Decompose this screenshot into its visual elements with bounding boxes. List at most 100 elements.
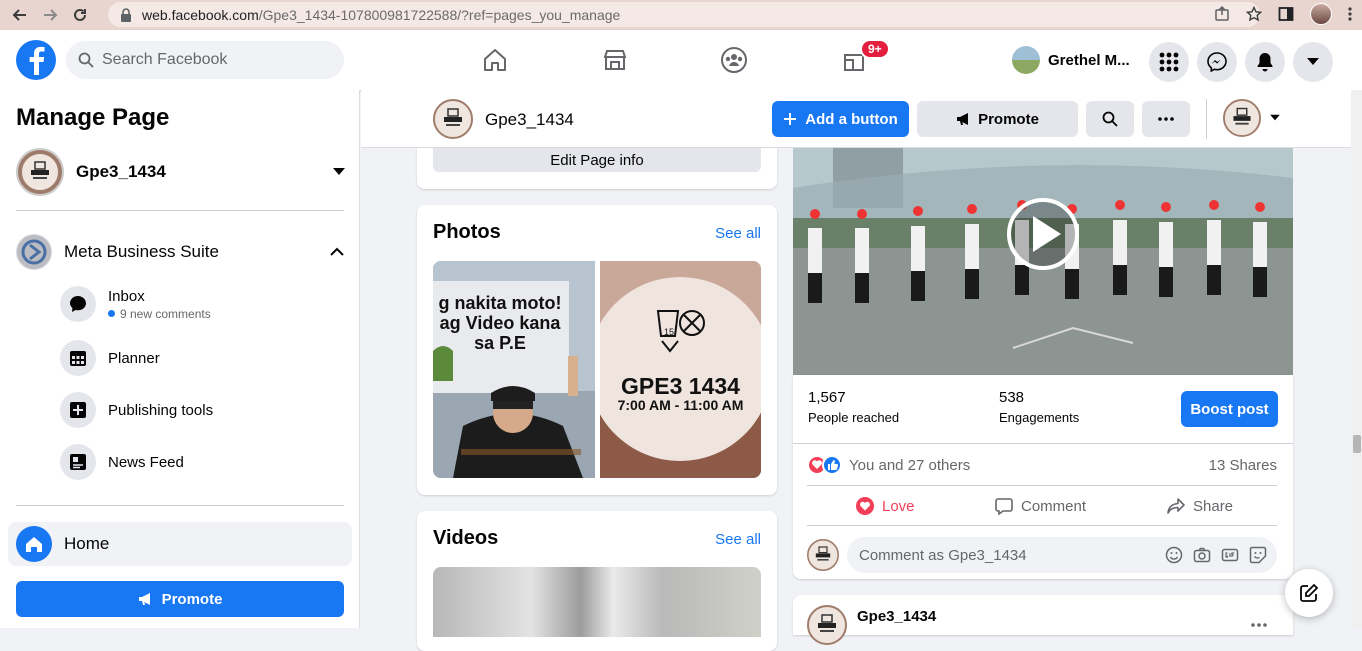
chevron-up-icon[interactable] xyxy=(330,247,344,257)
engagements-value: 538 xyxy=(999,389,1025,406)
photo-thumbnail[interactable]: 15 GPE3 1434 7:00 AM - 11:00 AM xyxy=(600,261,761,478)
compose-icon xyxy=(1300,583,1319,602)
sidebar-item-planner[interactable]: Planner xyxy=(60,340,160,376)
page-name: Gpe3_1434 xyxy=(485,110,574,129)
divider xyxy=(16,505,344,506)
sidebar-item-news-feed[interactable]: News Feed xyxy=(60,444,184,480)
sidebar-item-inbox[interactable]: Inbox 9 new comments xyxy=(60,286,211,322)
account-menu-button[interactable] xyxy=(1293,42,1333,82)
gif-icon[interactable] xyxy=(1221,546,1239,564)
more-icon xyxy=(1158,117,1174,121)
emoji-icon[interactable] xyxy=(1165,546,1183,564)
videos-see-all-link[interactable]: See all xyxy=(715,531,761,548)
page-name: Gpe3_1434 xyxy=(76,162,166,181)
sidebar-item-home[interactable]: Home xyxy=(8,522,352,566)
search-input[interactable] xyxy=(102,51,322,69)
sidebar-toggle-icon[interactable] xyxy=(1278,6,1294,22)
groups-nav-icon[interactable] xyxy=(718,44,750,76)
add-a-button[interactable]: Add a button xyxy=(772,101,909,137)
video-thumbnail[interactable] xyxy=(433,567,761,637)
photos-see-all-link[interactable]: See all xyxy=(715,225,761,242)
photo-caption-text: g nakita moto! ag Video kana sa P.E xyxy=(438,293,562,353)
reload-icon[interactable] xyxy=(68,3,92,27)
facebook-logo-icon[interactable] xyxy=(16,40,56,80)
love-button[interactable]: Love xyxy=(856,497,915,515)
boost-post-button[interactable]: Boost post xyxy=(1181,391,1278,427)
news-feed-icon xyxy=(60,444,96,480)
browser-menu-icon[interactable] xyxy=(1348,6,1352,22)
new-message-button[interactable] xyxy=(1285,569,1333,617)
facebook-header: 9+ Grethel M... xyxy=(0,30,1362,90)
browser-profile-avatar[interactable] xyxy=(1310,3,1332,25)
page-avatar[interactable] xyxy=(807,605,847,645)
divider xyxy=(793,443,1293,444)
videos-card: Videos See all xyxy=(417,511,777,651)
sidebar-item-publishing-tools[interactable]: Publishing tools xyxy=(60,392,213,428)
bookmark-star-icon[interactable] xyxy=(1246,6,1262,22)
comment-box[interactable] xyxy=(847,537,1277,573)
megaphone-icon xyxy=(138,593,150,605)
comment-button[interactable]: Comment xyxy=(995,497,1086,515)
search-bar[interactable] xyxy=(66,41,344,79)
heart-icon xyxy=(856,497,874,515)
share-icon xyxy=(1167,498,1185,514)
notifications-button[interactable] xyxy=(1245,42,1285,82)
page-avatar[interactable] xyxy=(433,99,473,139)
address-bar[interactable]: web.facebook.com/Gpe3_1434-1078009817225… xyxy=(108,2,1260,27)
more-options-button[interactable] xyxy=(1142,101,1190,137)
next-post-page-name[interactable]: Gpe3_1434 xyxy=(857,608,936,625)
meta-business-suite-section[interactable]: Meta Business Suite xyxy=(16,234,344,270)
divider xyxy=(807,485,1277,486)
scrollbar-thumb[interactable] xyxy=(1353,435,1361,453)
url-text: web.facebook.com/Gpe3_1434-1078009817225… xyxy=(142,6,621,23)
calendar-icon xyxy=(60,340,96,376)
post-video[interactable] xyxy=(793,148,1293,375)
notification-badge: 9+ xyxy=(860,39,890,59)
scrollbar-track[interactable] xyxy=(1351,90,1362,628)
reaction-icons xyxy=(807,455,842,475)
profile-avatar xyxy=(1012,46,1040,74)
megaphone-icon xyxy=(957,113,969,125)
share-page-icon[interactable] xyxy=(1214,6,1230,22)
promote-button[interactable]: Promote xyxy=(917,101,1078,137)
more-icon[interactable] xyxy=(1251,623,1267,627)
page-search-button[interactable] xyxy=(1086,101,1134,137)
profile-chip[interactable]: Grethel M... xyxy=(1012,46,1130,74)
edit-page-info-button[interactable]: Edit Page info xyxy=(433,148,761,172)
photo-thumbnail[interactable]: g nakita moto! ag Video kana sa P.E xyxy=(433,261,595,478)
menu-grid-button[interactable] xyxy=(1149,42,1189,82)
home-icon xyxy=(16,526,52,562)
page-switcher[interactable]: Gpe3_1434 xyxy=(16,148,346,196)
comment-composer xyxy=(807,537,1277,573)
page-account-switcher[interactable] xyxy=(1223,99,1281,137)
forward-icon[interactable] xyxy=(38,3,62,27)
reaction-summary[interactable]: You and 27 others xyxy=(807,455,970,475)
sidebar-item-label: Home xyxy=(64,534,110,553)
messenger-icon xyxy=(1207,52,1227,72)
page-avatar xyxy=(1223,99,1261,137)
lock-icon xyxy=(120,7,132,22)
comment-input[interactable] xyxy=(859,546,1159,564)
manage-page-sidebar: Manage Page Gpe3_1434 Meta Business Suit… xyxy=(0,90,360,628)
search-icon xyxy=(1102,111,1118,127)
people-reached-label: People reached xyxy=(808,410,900,425)
meta-business-suite-icon xyxy=(16,234,52,270)
marketplace-nav-icon[interactable] xyxy=(599,44,631,76)
browser-chrome: web.facebook.com/Gpe3_1434-1078009817225… xyxy=(0,0,1362,30)
home-nav-icon[interactable] xyxy=(479,44,511,76)
shares-count[interactable]: 13 Shares xyxy=(1209,457,1277,474)
about-card: Edit Page info xyxy=(417,148,777,189)
caret-down-icon[interactable] xyxy=(332,167,346,177)
people-reached-value: 1,567 xyxy=(808,389,846,406)
share-button[interactable]: Share xyxy=(1167,497,1233,515)
back-icon[interactable] xyxy=(8,3,32,27)
engagements-label: Engagements xyxy=(999,410,1080,425)
page-avatar xyxy=(16,148,64,196)
comment-icon xyxy=(995,498,1013,515)
sticker-icon[interactable] xyxy=(1249,546,1267,564)
camera-icon[interactable] xyxy=(1193,546,1211,564)
chat-bubble-icon xyxy=(60,286,96,322)
publishing-tools-icon xyxy=(60,392,96,428)
messenger-button[interactable] xyxy=(1197,42,1237,82)
promote-button[interactable]: Promote xyxy=(16,581,344,617)
